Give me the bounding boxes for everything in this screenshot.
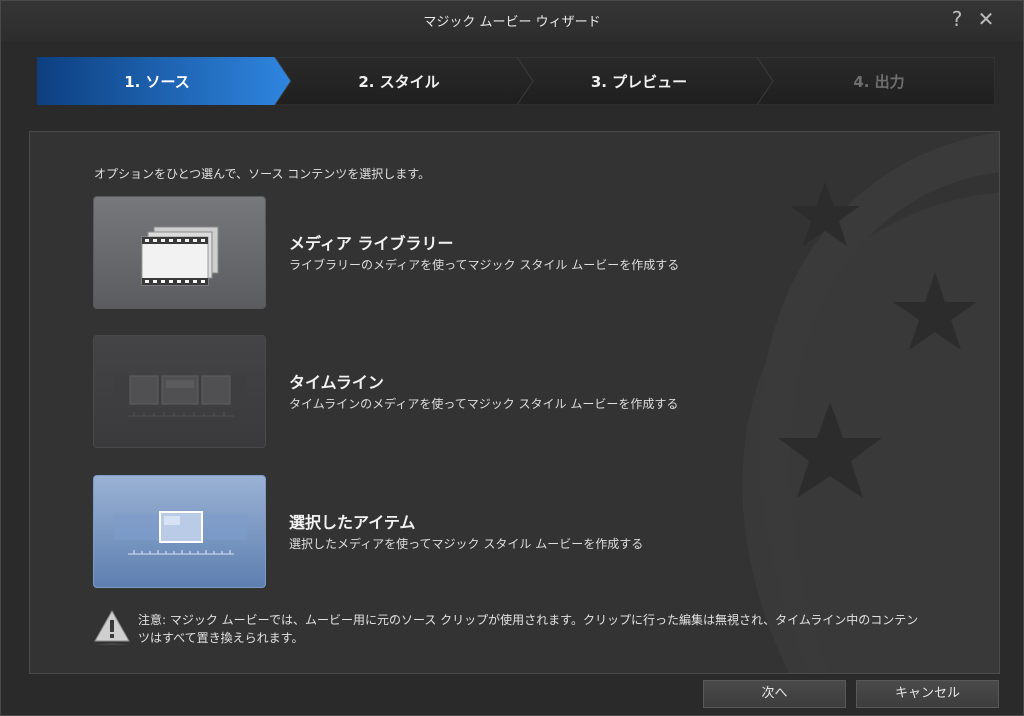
option-media-library[interactable]: メディア ライブラリー ライブラリーのメディアを使ってマジック スタイル ムービ…: [93, 196, 993, 309]
step-preview[interactable]: 3. プレビュー: [519, 71, 759, 92]
option-title: 選択したアイテム: [289, 513, 416, 532]
option-description: ライブラリーのメディアを使ってマジック スタイル ムービーを作成する: [289, 258, 680, 272]
timeline-icon: [114, 375, 247, 417]
warning-text: 注意: マジック ムービーでは、ムービー用に元のソース クリップが使用されます。…: [138, 613, 919, 645]
film-stack-icon: [141, 226, 219, 286]
step-output: 4. 出力: [853, 73, 905, 91]
option-description: タイムラインのメディアを使ってマジック スタイル ムービーを作成する: [289, 397, 679, 411]
cancel-button[interactable]: キャンセル: [856, 680, 999, 708]
warning-triangle-icon: [94, 609, 130, 645]
step-style[interactable]: 2. スタイル: [279, 71, 519, 92]
warning-note: 注意: マジック ムービーでは、ムービー用に元のソース クリップが使用されます。…: [94, 609, 954, 653]
step-source[interactable]: 1. ソース: [37, 71, 277, 92]
selected-items-tile[interactable]: [93, 475, 266, 588]
option-selected-items[interactable]: 選択したアイテム 選択したメディアを使ってマジック スタイル ムービーを作成する: [93, 475, 993, 588]
option-description: 選択したメディアを使ってマジック スタイル ムービーを作成する: [289, 537, 644, 551]
media-library-tile[interactable]: [93, 196, 266, 309]
wizard-steps: 1. ソース 2. スタイル 3. プレビュー 4. 出力: [37, 57, 995, 105]
next-button[interactable]: 次へ: [703, 680, 846, 708]
option-title: タイムライン: [289, 373, 384, 392]
timeline-tile[interactable]: [93, 335, 266, 448]
option-timeline[interactable]: タイムライン タイムラインのメディアを使ってマジック スタイル ムービーを作成す…: [93, 335, 993, 448]
help-icon[interactable]: ?: [945, 7, 969, 31]
close-icon[interactable]: ✕: [974, 7, 998, 31]
selected-item-icon: [114, 511, 247, 555]
title-bar[interactable]: マジック ムービー ウィザード ? ✕: [1, 1, 1023, 41]
instruction-text: オプションをひとつ選んで、ソース コンテンツを選択します。: [94, 167, 431, 181]
option-title: メディア ライブラリー: [289, 234, 454, 253]
wizard-window: マジック ムービー ウィザード ? ✕ 1. ソース 2. スタイル 3. プレ…: [0, 0, 1024, 716]
window-title: マジック ムービー ウィザード: [423, 15, 601, 30]
main-panel: オプションをひとつ選んで、ソース コンテンツを選択します。 メディア ライブラリ…: [29, 131, 1000, 674]
